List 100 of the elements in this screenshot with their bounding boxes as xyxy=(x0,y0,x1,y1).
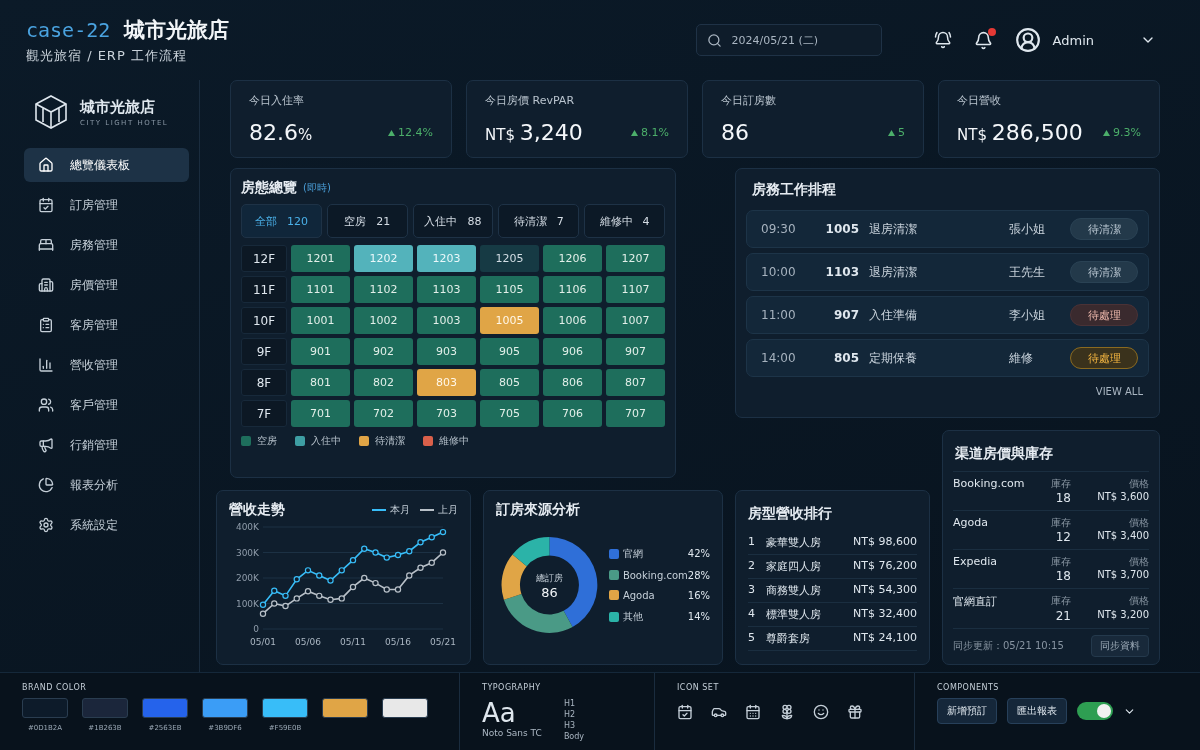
floor-label: 8F xyxy=(241,369,287,396)
task-name: 退房清潔 xyxy=(869,220,918,238)
price-label: 價格 xyxy=(1128,594,1149,608)
type-level: H3 xyxy=(563,720,576,731)
revenue-amount: NT$ 54,300 xyxy=(853,583,917,598)
assignee: 張小姐 xyxy=(1009,220,1046,238)
card-title: 營收走勢 xyxy=(229,501,285,519)
room-type: 商務雙人房 xyxy=(766,583,822,598)
kpi-label: 今日營收 xyxy=(957,93,1002,108)
kpi-delta: 5 xyxy=(888,126,905,139)
legend-label: Booking.com xyxy=(622,569,688,581)
price-value: NT$ 3,600 xyxy=(1096,491,1149,504)
card-title: 房型營收排行 xyxy=(748,505,833,523)
status-pill: 待處理 xyxy=(1070,304,1138,326)
task-time: 09:30 xyxy=(761,222,797,236)
y-tick-label: 400K xyxy=(235,522,259,532)
legend-label: 其他 xyxy=(622,609,643,624)
stock-label: 庫存 xyxy=(1050,555,1071,569)
task-time: 10:00 xyxy=(761,265,797,279)
revenue-amount: NT$ 76,200 xyxy=(853,559,917,574)
assignee: 維修 xyxy=(1009,349,1034,367)
task-name: 入住準備 xyxy=(869,306,918,324)
percent-value: 14% xyxy=(687,611,710,622)
stock-label: 庫存 xyxy=(1050,477,1071,491)
card-title: 渠道房價與庫存 xyxy=(953,441,1149,472)
task-name: 退房清潔 xyxy=(869,263,918,281)
app-title: 城市光旅店 xyxy=(124,16,230,44)
room-number: 907 xyxy=(832,308,860,322)
user-name: Admin xyxy=(1052,32,1094,48)
room-type: 尊爵套房 xyxy=(766,631,811,646)
price-label: 價格 xyxy=(1128,477,1149,491)
x-tick-label: 05/16 xyxy=(385,637,411,647)
kpi-value: 86 xyxy=(721,120,749,145)
card-title: 房態總覽 xyxy=(241,179,297,197)
section-title: ICON SET xyxy=(677,683,720,692)
case-label: case-22 xyxy=(26,17,111,42)
font-name: Noto Sans TC xyxy=(482,728,542,738)
assignee: 王先生 xyxy=(1009,263,1046,281)
rank-number: 4 xyxy=(748,607,756,622)
floor-label: 12F xyxy=(241,245,287,272)
status-pill: 待處理 xyxy=(1070,347,1138,369)
legend-label: 空房 xyxy=(257,434,277,448)
type-sample: Aa xyxy=(482,698,517,728)
donut-center-label: 總訂房 xyxy=(535,572,563,584)
price-label: 價格 xyxy=(1128,555,1149,569)
legend-label: 上月 xyxy=(438,503,458,517)
live-tag: (即時) xyxy=(303,181,331,195)
stock-value: 12 xyxy=(1054,530,1071,544)
room-number: 1005 xyxy=(824,222,860,236)
breadcrumb: 觀光旅宿 / ERP 工作流程 xyxy=(26,46,188,65)
floor-label: 7F xyxy=(241,400,287,427)
kpi-value: NT$ 3,240 xyxy=(485,120,583,145)
kpi-label: 今日入住率 xyxy=(249,93,305,108)
y-tick-label: 300K xyxy=(235,547,259,558)
price-value: NT$ 3,200 xyxy=(1096,609,1149,622)
room-type: 標準雙人房 xyxy=(766,607,822,622)
task-name: 定期保養 xyxy=(869,349,918,367)
floor-label: 9F xyxy=(241,338,287,365)
floor-label: 10F xyxy=(241,307,287,334)
y-tick-label: 0 xyxy=(253,624,259,634)
stock-value: 18 xyxy=(1054,491,1071,505)
channel-name: Booking.com xyxy=(953,477,1026,491)
stock-value: 21 xyxy=(1054,609,1071,623)
task-time: 11:00 xyxy=(761,308,797,322)
rank-number: 3 xyxy=(748,583,756,598)
legend-label: Agoda xyxy=(622,589,655,601)
logo-name: 城市光旅店 xyxy=(80,97,156,117)
revenue-amount: NT$ 24,100 xyxy=(853,631,917,646)
donut-center-value: 86 xyxy=(541,585,558,600)
section-title: TYPOGRAPHY xyxy=(482,683,542,692)
type-level: Body xyxy=(563,731,585,742)
channel-name: Expedia xyxy=(953,555,998,569)
kpi-delta: 12.4% xyxy=(388,126,433,139)
x-tick-label: 05/11 xyxy=(340,637,366,647)
card-title: 房務工作排程 xyxy=(751,180,837,199)
kpi-label: 今日訂房數 xyxy=(721,93,777,108)
percent-value: 16% xyxy=(687,589,710,601)
legend-label: 維修中 xyxy=(439,434,469,448)
task-time: 14:00 xyxy=(761,351,797,365)
revenue-amount: NT$ 32,400 xyxy=(853,607,917,622)
x-tick-label: 05/06 xyxy=(295,637,321,647)
floor-label: 11F xyxy=(241,276,287,303)
kpi-value: NT$ 286,500 xyxy=(957,120,1083,145)
rank-number: 1 xyxy=(748,535,756,550)
card-title: 訂房來源分析 xyxy=(496,501,581,519)
status-pill: 待清潔 xyxy=(1070,261,1138,283)
legend-label: 官網 xyxy=(622,546,643,561)
percent-value: 42% xyxy=(687,548,710,559)
room-number: 1103 xyxy=(824,265,860,279)
kpi-value: 82.6% xyxy=(249,120,313,145)
percent-value: 28% xyxy=(687,569,710,581)
channel-name: 官網直訂 xyxy=(953,594,998,609)
kpi-delta: 8.1% xyxy=(631,126,669,139)
assignee: 李小姐 xyxy=(1009,306,1046,324)
y-tick-label: 200K xyxy=(235,573,259,583)
price-value: NT$ 3,400 xyxy=(1096,530,1149,543)
kpi-delta: 9.3% xyxy=(1103,126,1141,139)
stock-label: 庫存 xyxy=(1050,516,1071,530)
rank-number: 2 xyxy=(748,559,756,574)
x-tick-label: 05/01 xyxy=(250,637,276,647)
